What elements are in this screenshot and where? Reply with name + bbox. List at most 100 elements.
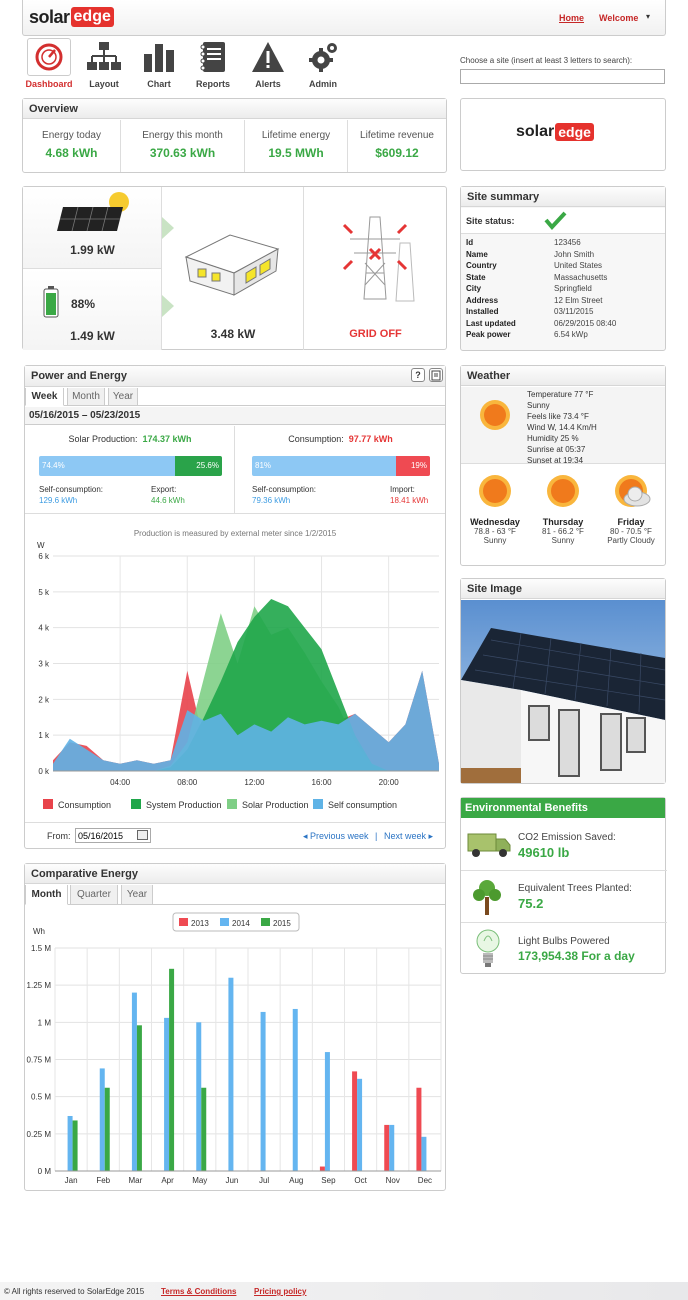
site-search-label: Choose a site (insert at least 3 letters… <box>460 56 633 65</box>
self-consumption-value: 79.36 kWh <box>252 496 291 505</box>
summary-row: Address 12 Elm Street <box>466 295 602 307</box>
nav-label: Alerts <box>255 79 281 89</box>
weather-line: Humidity 25 % <box>527 434 579 443</box>
bar-2014 <box>67 1115 73 1171</box>
bar-2014 <box>292 1008 298 1171</box>
overview-energy-month: Energy this month 370.63 kWh <box>121 120 245 172</box>
sun-icon <box>547 475 579 507</box>
bar-2015 <box>201 1087 207 1171</box>
legend-swatch <box>220 918 229 926</box>
x-tick-label: Jan <box>65 1176 78 1185</box>
bar-2014 <box>196 1022 202 1171</box>
y-tick-label: 1 M <box>38 1018 52 1027</box>
solar-production-label: Solar Production: <box>68 434 138 444</box>
previous-week-link[interactable]: ◂ Previous week <box>303 831 369 842</box>
comparative-tabs: Month Quarter Year <box>25 885 445 905</box>
nav-layout[interactable]: Layout <box>80 38 128 89</box>
terms-link[interactable]: Terms & Conditions <box>161 1287 236 1296</box>
environmental-benefits-panel: Environmental Benefits CO2 Emission Save… <box>460 797 667 974</box>
solaredge-logo-large: solar edge <box>516 123 594 141</box>
overview-value: 370.63 kWh <box>149 146 216 160</box>
site-search-input[interactable] <box>460 69 665 84</box>
env-title: Environmental Benefits <box>461 798 665 818</box>
chevron-down-icon[interactable]: ▾ <box>646 12 650 21</box>
nav-admin[interactable]: Admin <box>299 38 347 89</box>
summary-row: Country United States <box>466 260 602 272</box>
y-tick-label: 0.25 M <box>27 1130 52 1139</box>
light-bulb-icon <box>476 929 500 967</box>
light-bulbs-item: Light Bulbs Powered 173,954.38 For a day <box>461 922 667 973</box>
header-bar: solar edge Home Welcome ▾ <box>22 0 666 36</box>
legend-swatch <box>179 918 188 926</box>
legend-label: 2013 <box>191 919 209 928</box>
bulbs-label: Light Bulbs Powered <box>518 936 610 947</box>
y-tick-label: 5 k <box>38 588 50 597</box>
tab-year[interactable]: Year <box>108 388 138 406</box>
y-tick-label: 3 k <box>38 660 50 669</box>
bar-2015 <box>169 968 175 1171</box>
welcome-menu[interactable]: Welcome <box>599 13 638 23</box>
y-axis-unit: W <box>37 541 45 550</box>
self-consumption-segment: 81% <box>252 456 397 476</box>
pricing-link[interactable]: Pricing policy <box>254 1287 306 1296</box>
sun-icon <box>479 475 511 507</box>
tab-month[interactable]: Month <box>67 388 105 406</box>
summary-value: 6.54 kWp <box>554 330 588 339</box>
overview-label: Energy this month <box>142 130 223 141</box>
forecast-day: Wednesday 78.8 - 63 °F Sunny <box>461 465 529 545</box>
grid-status: GRID OFF <box>349 328 402 340</box>
calendar-icon[interactable] <box>137 830 148 840</box>
solaredge-logo[interactable]: solar edge <box>29 6 114 28</box>
bulbs-value: 173,954.38 For a day <box>518 949 635 963</box>
next-week-link[interactable]: Next week ▸ <box>384 831 433 842</box>
summary-value: United States <box>554 261 603 270</box>
notebook-icon <box>191 38 235 76</box>
comparative-chart: Wh 0 M 0.25 M 0.5 M 0.75 M 1 M 1.25 M 1.5 M Jan F… <box>27 912 442 1185</box>
consumption-value: 97.77 kWh <box>348 434 393 444</box>
x-tick-label: Aug <box>289 1176 303 1185</box>
forecast-range: 80 - 70.5 °F <box>610 527 652 536</box>
home-link[interactable]: Home <box>559 13 584 23</box>
y-axis-unit: Wh <box>33 927 45 936</box>
house-section: 3.48 kW <box>162 187 304 350</box>
site-summary-title: Site summary <box>461 187 665 207</box>
tab-week[interactable]: Week <box>25 388 64 406</box>
self-consumption-segment: 74.4% <box>39 456 176 476</box>
tab-year[interactable]: Year <box>121 885 153 905</box>
help-icon[interactable]: ? <box>411 368 425 382</box>
company-logo-panel: solar edge <box>460 98 666 171</box>
nav-reports[interactable]: Reports <box>189 38 237 89</box>
tab-quarter[interactable]: Quarter <box>70 885 118 905</box>
co2-saved-item: CO2 Emission Saved: 49610 lb <box>461 818 667 869</box>
bar-2013 <box>416 1087 422 1171</box>
overview-panel: Overview Energy today 4.68 kWh Energy thi… <box>22 98 447 173</box>
battery-power-value: 1.49 kW <box>70 329 115 343</box>
site-image-title: Site Image <box>461 579 665 599</box>
export-icon[interactable] <box>429 368 443 382</box>
power-energy-panel: Power and Energy ? Week Month Year 05/16… <box>24 365 446 849</box>
summary-row: Id 123456 <box>466 237 581 249</box>
y-tick-label: 0.75 M <box>27 1056 52 1065</box>
summary-key: State <box>466 272 486 282</box>
weather-line: Temperature 77 °F <box>527 390 594 399</box>
power-tower-icon <box>342 216 415 302</box>
bar-2014 <box>421 1136 427 1171</box>
bar-2015 <box>72 1120 78 1171</box>
nav-alerts[interactable]: Alerts <box>244 38 292 89</box>
tab-month[interactable]: Month <box>25 885 68 905</box>
x-tick-label: 04:00 <box>110 778 131 787</box>
nav-chart[interactable]: Chart <box>135 38 183 89</box>
site-status-label: Site status: <box>466 216 515 226</box>
overview-lifetime-revenue: Lifetime revenue $609.12 <box>348 120 446 172</box>
power-energy-title: Power and Energy <box>25 366 445 387</box>
house-photo[interactable] <box>461 600 665 783</box>
export-value: 44.6 kWh <box>151 496 185 505</box>
solar-production-value: 174.37 kWh <box>142 434 192 444</box>
y-tick-label: 1.25 M <box>27 981 52 990</box>
x-tick-label: Feb <box>96 1176 110 1185</box>
summary-value: 06/29/2015 08:40 <box>554 318 617 328</box>
overview-label: Energy today <box>42 130 101 141</box>
chart-footer: From: ◂ Previous week | Next week ▸ <box>25 822 445 849</box>
date-range: 05/16/2015 – 05/23/2015 <box>25 407 445 425</box>
nav-dashboard[interactable]: Dashboard <box>25 38 73 89</box>
